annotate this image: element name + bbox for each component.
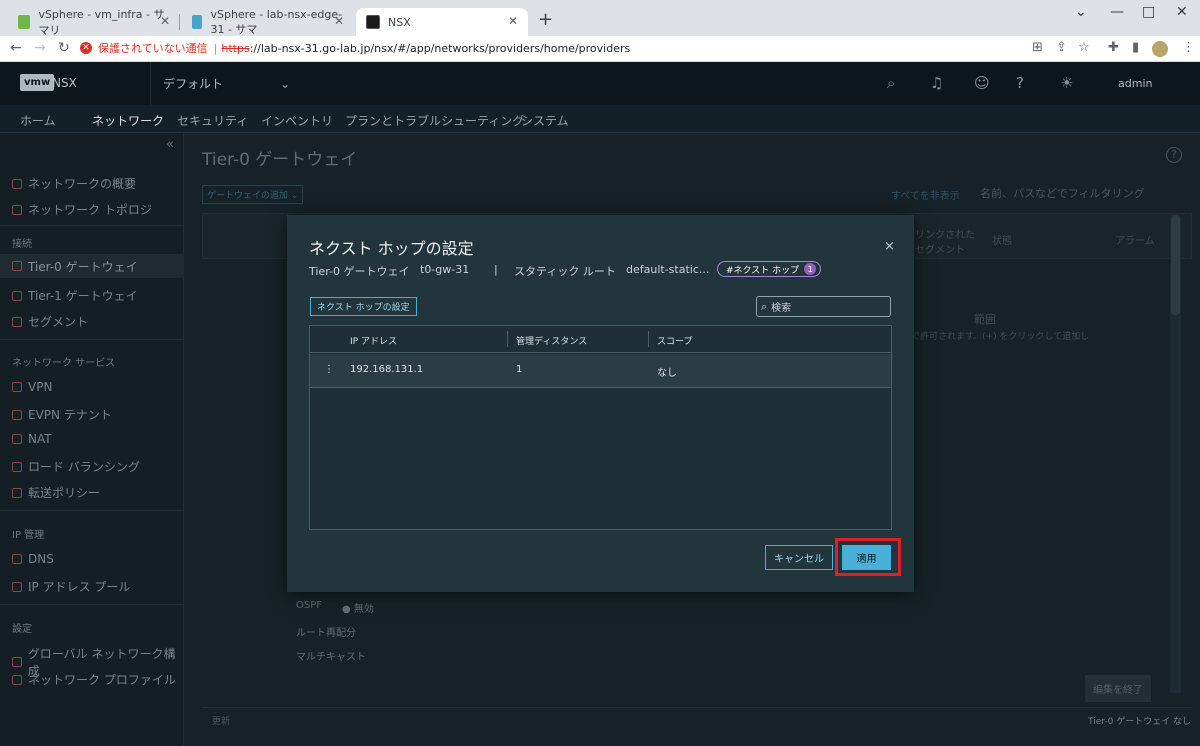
vsphere-favicon-icon	[18, 15, 31, 29]
next-hop-grid: IP アドレス 管理ディスタンス スコープ ⋮ 192.168.131.1 1 …	[309, 325, 892, 530]
crumb-route-label: スタティック ルート	[514, 265, 616, 278]
tab-title: vSphere - lab-nsx-edge-31 - サマ	[210, 7, 343, 36]
highlight-box	[835, 538, 901, 576]
side-panel-icon[interactable]: ▮	[1132, 40, 1139, 55]
share-icon[interactable]: ⇪	[1056, 40, 1067, 55]
dialog-title: ネクスト ホップの設定	[309, 239, 474, 258]
close-icon[interactable]: ×	[884, 239, 895, 254]
browser-tab-vsphere-edge[interactable]: vSphere - lab-nsx-edge-31 - サマ ✕	[182, 8, 354, 36]
row-actions-icon[interactable]: ⋮	[324, 364, 334, 375]
maximize-icon[interactable]: □	[1142, 4, 1155, 20]
grid-header: IP アドレス 管理ディスタンス スコープ	[310, 326, 891, 353]
set-next-hop-button[interactable]: ネクスト ホップの設定	[310, 297, 417, 316]
cancel-button[interactable]: キャンセル	[765, 545, 833, 570]
table-row[interactable]: ⋮ 192.168.131.1 1 なし	[310, 354, 891, 388]
next-hop-dialog: ネクスト ホップの設定 × Tier-0 ゲートウェイ t0-gw-31 | ス…	[287, 215, 914, 592]
tab-search-icon[interactable]: ⌄	[1075, 4, 1087, 20]
next-hop-badge: #ネクスト ホップ 1	[717, 261, 822, 277]
translate-icon[interactable]: ⊞	[1032, 40, 1043, 55]
crumb-gateway-label: Tier-0 ゲートウェイ	[309, 265, 410, 278]
browser-tab-vsphere-infra[interactable]: vSphere - vm_infra - サマリ ✕	[8, 8, 180, 37]
vsphere-favicon-icon	[192, 15, 203, 29]
minimize-icon[interactable]: —	[1110, 4, 1124, 20]
back-icon[interactable]: ←	[10, 40, 22, 56]
omnibox[interactable]: ✕ 保護されていない通信 | https ://lab-nsx-31.go-la…	[80, 36, 1020, 60]
browser-tab-nsx[interactable]: NSX ✕	[356, 8, 528, 36]
cell-scope: なし	[657, 368, 677, 379]
cell-ip: 192.168.131.1	[350, 364, 424, 375]
crumb-gateway-name: t0-gw-31	[420, 263, 470, 276]
url-scheme: https	[221, 41, 250, 55]
extensions-icon[interactable]: ✚	[1108, 40, 1119, 55]
tab-title: NSX	[388, 15, 411, 29]
address-bar-row: ← → ↻ ✕ 保護されていない通信 | https ://lab-nsx-31…	[0, 36, 1200, 62]
bookmark-star-icon[interactable]: ☆	[1078, 40, 1090, 55]
security-warning[interactable]: 保護されていない通信	[98, 40, 208, 56]
new-tab-icon[interactable]: +	[538, 9, 553, 30]
col-admin-distance[interactable]: 管理ディスタンス	[516, 334, 587, 347]
forward-icon[interactable]: →	[34, 40, 46, 56]
badge-count: 1	[804, 263, 817, 275]
url-text: ://lab-nsx-31.go-lab.jp/nsx/#/app/networ…	[249, 41, 631, 55]
not-secure-icon: ✕	[80, 42, 92, 54]
close-window-icon[interactable]: ✕	[1176, 4, 1188, 20]
crumb-separator: |	[494, 263, 498, 276]
col-ip-address[interactable]: IP アドレス	[350, 334, 397, 347]
crumb-route-name: default-static...	[626, 263, 710, 276]
menu-icon[interactable]: ⋮	[1182, 40, 1195, 55]
close-tab-icon[interactable]: ✕	[508, 14, 518, 28]
cell-distance: 1	[516, 364, 523, 375]
nsx-favicon-icon	[366, 15, 380, 29]
profile-avatar[interactable]	[1152, 41, 1168, 57]
close-tab-icon[interactable]: ✕	[334, 14, 344, 28]
search-icon: ⌕	[761, 299, 768, 313]
reload-icon[interactable]: ↻	[58, 40, 70, 56]
search-input[interactable]: ⌕ 検索	[756, 296, 891, 317]
close-tab-icon[interactable]: ✕	[160, 14, 170, 28]
browser-tab-bar: vSphere - vm_infra - サマリ ✕ vSphere - lab…	[0, 0, 1200, 37]
tab-title: vSphere - vm_infra - サマリ	[38, 8, 165, 37]
col-scope[interactable]: スコープ	[657, 334, 692, 347]
